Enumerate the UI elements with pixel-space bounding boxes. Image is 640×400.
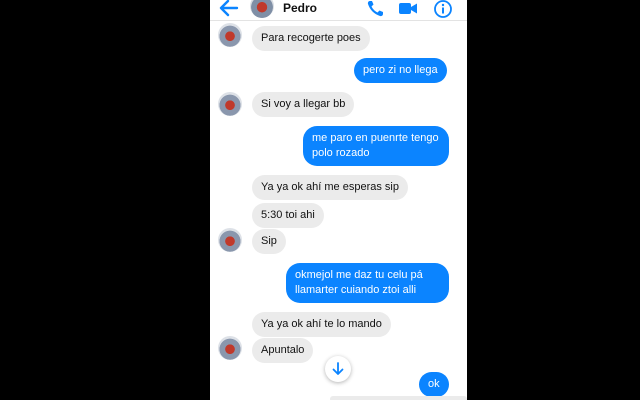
message-bubble[interactable]: Sip xyxy=(252,229,286,254)
info-icon[interactable] xyxy=(433,0,453,19)
message-bubble[interactable]: ok xyxy=(419,372,449,397)
message-bubble[interactable]: okmejol me daz tu celu pá llamarter cuia… xyxy=(286,263,449,303)
message-bubble[interactable]: pero zi no llega xyxy=(354,58,447,83)
message-line: polo rozado xyxy=(312,147,370,159)
avatar[interactable] xyxy=(218,228,242,252)
scroll-to-bottom-button[interactable] xyxy=(325,356,351,382)
avatar[interactable] xyxy=(218,336,242,360)
conversation-header: Pedro xyxy=(210,0,467,21)
avatar[interactable] xyxy=(218,92,242,116)
message-line: okmejol me daz tu celu pá xyxy=(295,269,423,281)
message-line: llamarter cuiando ztoi alli xyxy=(295,284,417,296)
chat-screen: Pedro Para recogerte poes pero zi no lle… xyxy=(210,0,467,400)
arrow-down-icon xyxy=(332,362,344,375)
video-camera-icon[interactable] xyxy=(398,0,418,19)
message-bubble[interactable]: me paro en puenrte tengo polo rozado xyxy=(303,126,449,166)
phone-icon[interactable] xyxy=(365,0,385,19)
message-bubble[interactable]: Ya ya ok ahí te lo mando xyxy=(252,312,391,337)
message-bubble[interactable]: 5:30 toi ahi xyxy=(252,203,324,228)
message-line: me paro en puenrte tengo xyxy=(312,132,439,144)
message-bubble[interactable]: Para recogerte poes xyxy=(252,26,370,51)
message-bubble[interactable]: Si voy a llegar bb xyxy=(252,92,355,117)
message-bubble[interactable]: Apuntalo xyxy=(252,338,314,363)
avatar[interactable] xyxy=(218,23,242,47)
contact-name[interactable]: Pedro xyxy=(283,0,317,16)
back-arrow-icon[interactable] xyxy=(218,0,240,18)
contact-avatar[interactable] xyxy=(250,0,274,18)
partial-message-bubble xyxy=(330,396,467,400)
message-bubble[interactable]: Ya ya ok ahí me esperas sip xyxy=(252,175,408,200)
